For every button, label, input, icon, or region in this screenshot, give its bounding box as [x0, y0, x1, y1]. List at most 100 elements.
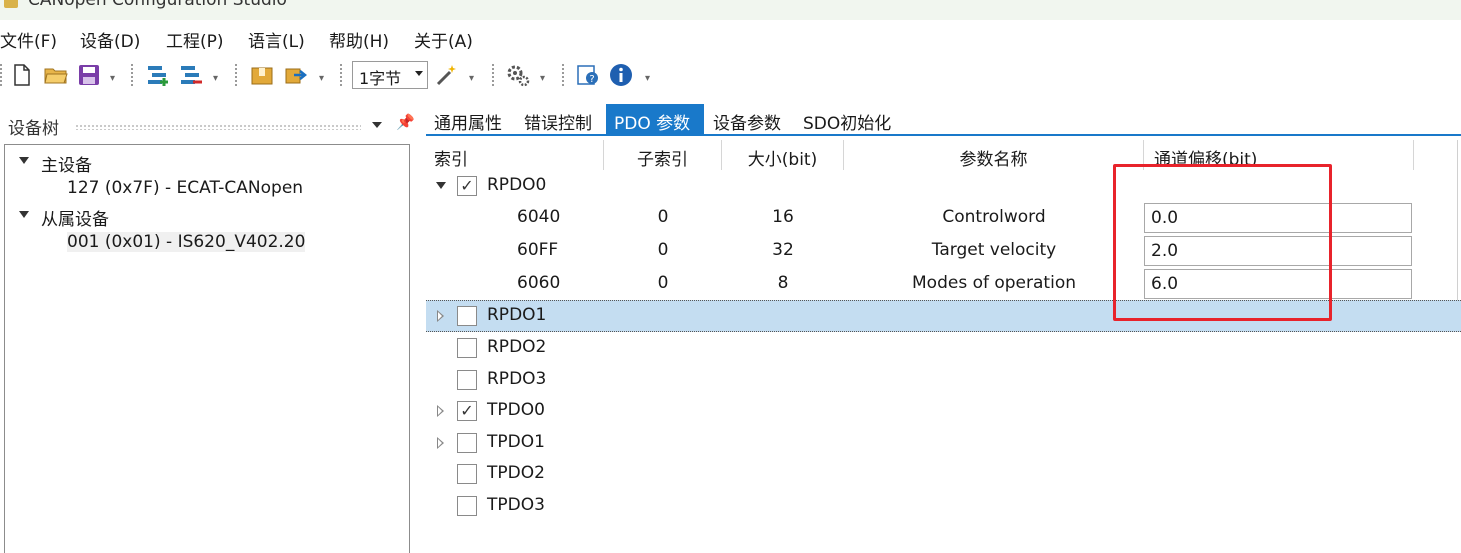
node-dropdown-icon[interactable]: ▾: [213, 73, 218, 84]
cell-subindex: 0: [657, 207, 669, 227]
rpdo3-checkbox[interactable]: [457, 370, 477, 390]
pdo-row-tpdo2[interactable]: TPDO2: [426, 458, 1461, 490]
pin-icon[interactable]: 📌: [396, 113, 415, 131]
cell-index: 6060: [517, 273, 561, 293]
cell-name: Modes of operation: [912, 273, 1076, 293]
save-icon[interactable]: [77, 63, 101, 87]
tpdo1-checkbox[interactable]: [457, 433, 477, 453]
column-header-offset[interactable]: 通道偏移(bit): [1144, 140, 1414, 170]
pdo-row-tpdo0[interactable]: ✓ TPDO0: [426, 395, 1461, 427]
tree-master-device[interactable]: 127 (0x7F) - ECAT-CANopen: [67, 178, 303, 198]
toolbar-separator: [340, 64, 344, 86]
pdo-label: TPDO2: [487, 463, 545, 483]
pdo-label: RPDO2: [487, 337, 547, 357]
column-header-index[interactable]: 索引: [426, 140, 604, 170]
open-folder-icon[interactable]: [44, 63, 68, 87]
tpdo2-checkbox[interactable]: [457, 464, 477, 484]
tab-device-params[interactable]: 设备参数: [705, 104, 789, 134]
rpdo1-checkbox[interactable]: [457, 306, 477, 326]
save-dropdown-icon[interactable]: ▾: [110, 73, 115, 84]
tab-sdo-init[interactable]: SDO初始化: [795, 104, 899, 134]
tree-slave-device[interactable]: 001 (0x01) - IS620_V402.20: [67, 232, 306, 252]
byte-size-value: 1字节: [359, 69, 402, 88]
grid-header: 索引 子索引 大小(bit) 参数名称 通道偏移(bit): [426, 140, 1461, 170]
offset-input[interactable]: 6.0: [1144, 269, 1412, 299]
menu-file[interactable]: 文件(F): [0, 27, 57, 52]
new-file-icon[interactable]: [10, 63, 34, 87]
settings-dropdown-icon[interactable]: ▾: [540, 73, 545, 84]
collapse-icon[interactable]: [19, 211, 29, 218]
menu-bar: 文件(F) 设备(D) 工程(P) 语言(L) 帮助(H) 关于(A): [0, 20, 1461, 56]
file-dropdown-icon[interactable]: ▾: [319, 73, 324, 84]
menu-project[interactable]: 工程(P): [166, 27, 224, 52]
pdo-label: TPDO3: [487, 495, 545, 515]
byte-size-select[interactable]: 1字节: [352, 61, 428, 89]
menu-language[interactable]: 语言(L): [248, 27, 305, 52]
remove-node-icon[interactable]: [179, 63, 203, 87]
pdo-row-tpdo3[interactable]: TPDO3: [426, 490, 1461, 522]
rpdo0-checkbox[interactable]: ✓: [457, 176, 477, 196]
tab-pdo-params[interactable]: PDO 参数: [606, 104, 704, 134]
toolbar-separator: [235, 64, 239, 86]
pdo-label: RPDO3: [487, 369, 547, 389]
table-row[interactable]: 6040 0 16 Controlword 0.0: [426, 202, 1461, 234]
pdo-label: TPDO1: [487, 432, 545, 452]
table-row[interactable]: 60FF 0 32 Target velocity 2.0: [426, 235, 1461, 267]
pdo-row-rpdo2[interactable]: RPDO2: [426, 332, 1461, 364]
tpdo3-checkbox[interactable]: [457, 496, 477, 516]
wand-dropdown-icon[interactable]: ▾: [469, 73, 474, 84]
window-title: CANopen Configuration Studio: [28, 0, 287, 10]
expand-icon[interactable]: [437, 310, 444, 322]
add-node-icon[interactable]: [146, 63, 170, 87]
device-tree-header: 设备树 📌: [0, 102, 420, 142]
menu-about[interactable]: 关于(A): [414, 27, 473, 52]
menu-device[interactable]: 设备(D): [80, 27, 140, 52]
device-tree: 主设备 127 (0x7F) - ECAT-CANopen 从属设备 001 (…: [4, 144, 410, 553]
column-header-name[interactable]: 参数名称: [844, 140, 1144, 170]
chevron-down-icon: [415, 71, 423, 76]
collapse-icon[interactable]: [436, 182, 446, 189]
pdo-row-tpdo1[interactable]: TPDO1: [426, 427, 1461, 459]
pdo-panel: 通用属性 错误控制 PDO 参数 设备参数 SDO初始化 索引 子索引 大小(b…: [426, 98, 1461, 553]
column-header-subindex[interactable]: 子索引: [604, 140, 722, 170]
pdo-row-rpdo3[interactable]: RPDO3: [426, 364, 1461, 396]
table-row[interactable]: 6060 0 8 Modes of operation 6.0: [426, 268, 1461, 300]
column-header-size[interactable]: 大小(bit): [722, 140, 844, 170]
offset-input[interactable]: 2.0: [1144, 236, 1412, 266]
help-icon[interactable]: ?: [576, 63, 600, 87]
toolbar-grip: [0, 64, 4, 86]
export-icon[interactable]: [284, 63, 308, 87]
toolbar-separator: [131, 64, 135, 86]
tab-general[interactable]: 通用属性: [426, 104, 510, 134]
title-bar: CANopen Configuration Studio: [0, 0, 1461, 20]
import-icon[interactable]: [250, 63, 274, 87]
rpdo2-checkbox[interactable]: [457, 338, 477, 358]
svg-text:?: ?: [589, 74, 594, 85]
tree-master-group[interactable]: 主设备: [41, 151, 92, 176]
device-tree-title: 设备树: [8, 119, 59, 139]
cell-name: Controlword: [942, 207, 1046, 227]
cell-index: 6040: [517, 207, 561, 227]
device-tree-panel: 设备树 📌 主设备 127 (0x7F) - ECAT-CANopen 从属设备…: [0, 98, 420, 553]
pdo-row-rpdo0[interactable]: ✓ RPDO0: [426, 170, 1461, 202]
tab-error-control[interactable]: 错误控制: [516, 104, 600, 134]
tpdo0-checkbox[interactable]: ✓: [457, 401, 477, 421]
pdo-row-rpdo1[interactable]: RPDO1: [426, 300, 1461, 332]
panel-menu-icon[interactable]: [372, 122, 382, 128]
pdo-label: TPDO0: [487, 400, 545, 420]
pdo-label: RPDO0: [487, 175, 547, 195]
menu-help[interactable]: 帮助(H): [329, 27, 389, 52]
info-dropdown-icon[interactable]: ▾: [645, 73, 650, 84]
tree-slave-group[interactable]: 从属设备: [41, 205, 109, 230]
offset-input[interactable]: 0.0: [1144, 203, 1412, 233]
app-icon: [4, 0, 18, 8]
collapse-icon[interactable]: [19, 157, 29, 164]
settings-icon[interactable]: [506, 63, 530, 87]
cell-subindex: 0: [657, 240, 669, 260]
wand-icon[interactable]: [435, 63, 459, 87]
expand-icon[interactable]: [437, 405, 444, 417]
cell-subindex: 0: [657, 273, 669, 293]
info-icon[interactable]: [609, 63, 633, 87]
expand-icon[interactable]: [437, 437, 444, 449]
toolbar: ▾ ▾ ▾ 1字节 ▾ ▾ ? ▾: [0, 56, 1461, 98]
